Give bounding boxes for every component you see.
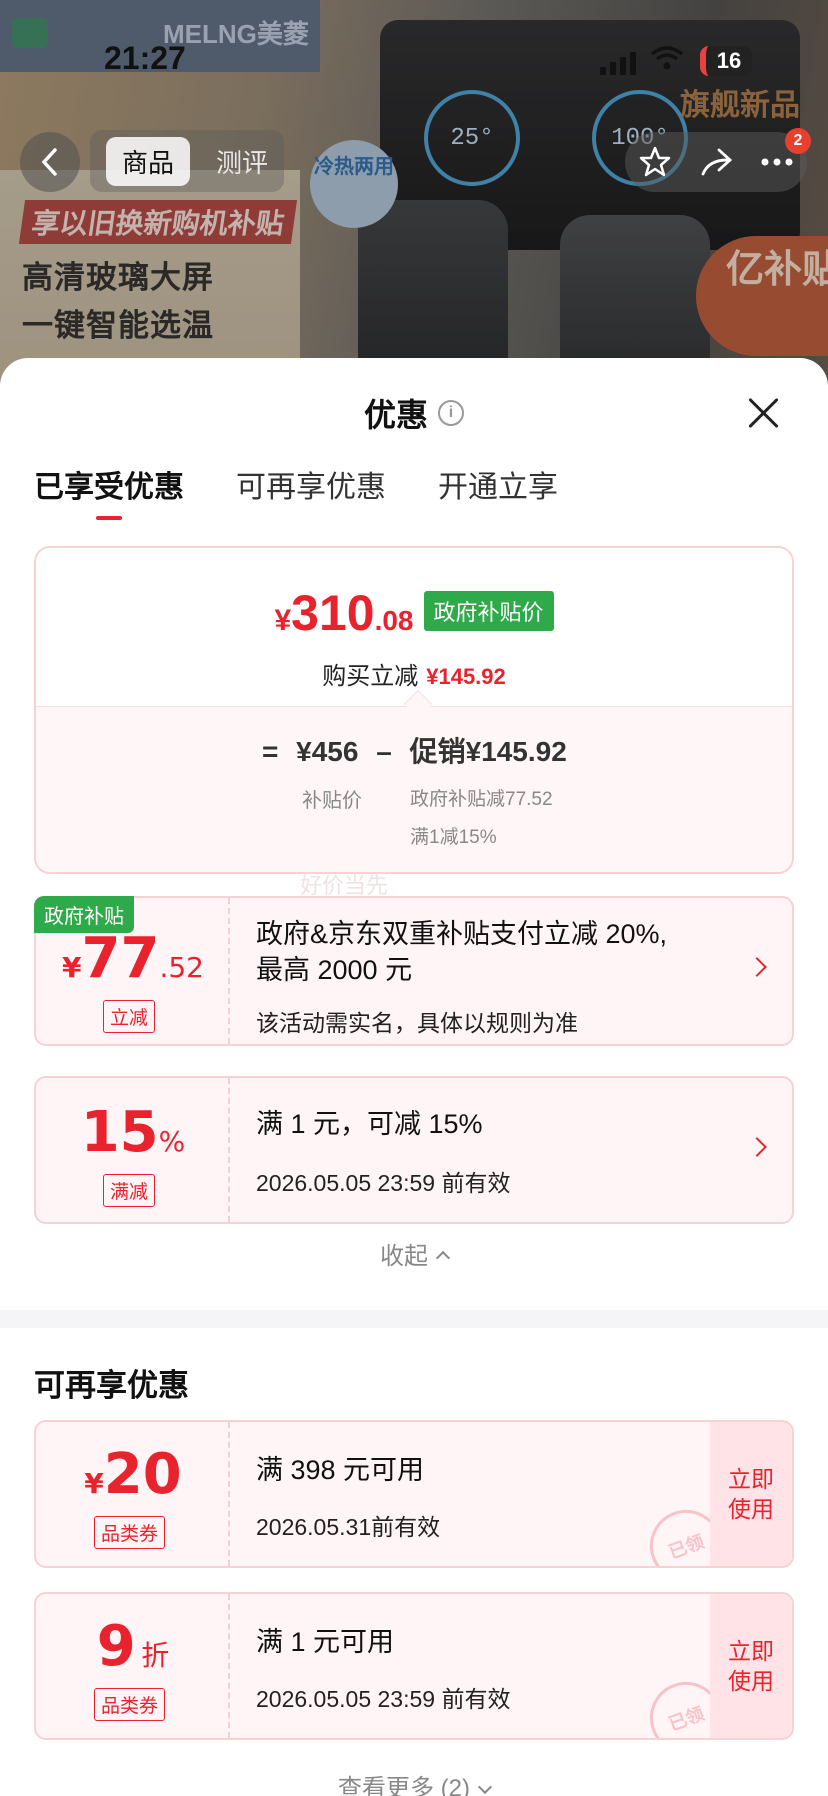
coupon-amount-area: 9 折 品类券 <box>36 1594 230 1738</box>
discount-sheet: 优惠 i 已享受优惠 可再享优惠 开通立享 ¥310.08 政府补贴价 购买立减 ¥1… <box>0 358 828 1796</box>
price-equation: = ¥456 – 促销¥145.92 <box>262 730 577 770</box>
final-price: ¥310.08 政府补贴价 <box>36 584 792 642</box>
base-price-label: 补贴价 <box>302 790 362 812</box>
collapse-label: 收起 <box>380 1243 428 1270</box>
signal-icon <box>600 52 636 75</box>
coupon-kind: 满减 <box>103 1174 156 1207</box>
section-divider <box>0 1310 828 1328</box>
coupon-amount-int: 9 <box>96 1614 136 1679</box>
coupon-amount-dec: .52 <box>159 951 204 984</box>
share-icon[interactable] <box>699 147 733 177</box>
coupon-desc: 该活动需实名，具体以规则为准 <box>256 1010 578 1036</box>
see-more-label: 查看更多 (2) <box>338 1775 470 1796</box>
coupon-title: 满 398 元可用 <box>256 1455 425 1485</box>
coupon-gov-subsidy[interactable]: ¥77.52 立减 政府&京东双重补贴支付立减 20%, 最高 2000 元 该… <box>34 896 794 1046</box>
coupon-amount-area: 15% 满减 <box>36 1078 230 1222</box>
coupon-threshold-discount[interactable]: 15% 满减 满 1 元，可减 15% 2026.05.05 23:59 前有效 <box>34 1076 794 1224</box>
base-price: ¥456 <box>296 736 359 767</box>
coupon-amount-area: ¥20 品类券 <box>36 1422 230 1566</box>
back-button[interactable] <box>20 132 80 192</box>
sheet-tabs: 已享受优惠 可再享优惠 开通立享 <box>34 462 558 520</box>
price-currency: ¥ <box>274 604 292 637</box>
gov-subsidy-tag: 政府补贴 <box>34 896 134 933</box>
favorite-star-icon[interactable] <box>638 145 672 179</box>
coupon-kind: 品类券 <box>94 1688 166 1721</box>
close-icon[interactable] <box>746 396 780 430</box>
chevron-down-icon <box>477 1779 493 1795</box>
use-now-button[interactable]: 立即使用 <box>710 1422 792 1566</box>
coupon-currency: ¥ <box>62 951 82 984</box>
chevron-right-icon <box>747 1137 767 1157</box>
coupon-details: 满 398 元可用 2026.05.31前有效 已领 立即使用 <box>256 1422 792 1566</box>
chevron-up-icon <box>435 1250 451 1265</box>
coupon-validity: 2026.05.05 23:59 前有效 <box>256 1686 511 1712</box>
coupon-amount-unit: 折 <box>141 1639 170 1672</box>
nav-actions <box>625 132 807 192</box>
coupon-amount: 15% <box>36 1100 230 1165</box>
coupon-validity: 2026.05.31前有效 <box>256 1514 441 1540</box>
app-root: 享以旧换新购机补贴 高清玻璃大屏 一键智能选温 MELNG美菱 25° 100°… <box>0 0 828 1796</box>
coupon-validity: 2026.05.05 23:59 前有效 <box>256 1170 511 1196</box>
price-integer: 310 <box>291 585 375 641</box>
coupon-category-20[interactable]: ¥20 品类券 满 398 元可用 2026.05.31前有效 已领 立即使用 <box>34 1420 794 1568</box>
status-time: 21:27 <box>104 40 186 76</box>
instant-cut-label: 购买立减 <box>322 663 419 690</box>
tab-product[interactable]: 商品 <box>106 136 191 186</box>
coupon-details: 政府&京东双重补贴支付立减 20%, 最高 2000 元 该活动需实名，具体以规… <box>256 898 792 1044</box>
minus-sign: – <box>376 736 392 767</box>
tab-enjoyed[interactable]: 已享受优惠 <box>34 462 184 520</box>
coupon-amount: 9 折 <box>36 1614 230 1679</box>
chevron-left-icon <box>41 148 57 176</box>
cart-count-badge: 2 <box>785 128 811 154</box>
coupon-details: 满 1 元，可减 15% 2026.05.05 23:59 前有效 <box>256 1078 792 1222</box>
coupon-kind: 立减 <box>103 1000 156 1033</box>
product-header: 享以旧换新购机补贴 高清玻璃大屏 一键智能选温 MELNG美菱 25° 100°… <box>0 0 828 400</box>
tab-review[interactable]: 测评 <box>216 143 268 180</box>
nav-tabs: 商品 测评 <box>90 130 285 192</box>
coupon-title: 满 1 元可用 <box>256 1627 395 1657</box>
coupon-amount-unit: % <box>158 1125 186 1158</box>
price-summary-card: ¥310.08 政府补贴价 购买立减 ¥145.92 = ¥456 – 促销¥145… <box>34 546 794 874</box>
coupon-amount: ¥77.52 <box>36 926 230 991</box>
instant-cut-line: 购买立减 ¥145.92 <box>36 656 792 691</box>
more-offers-title: 可再享优惠 <box>34 1368 189 1403</box>
info-icon[interactable]: i <box>438 400 464 426</box>
promo-amount: 促销¥145.92 <box>409 736 567 767</box>
more-icon[interactable] <box>760 157 794 167</box>
promo-detail-threshold: 满1减15% <box>410 827 497 848</box>
coupon-title-line-1: 政府&京东双重补贴支付立减 20%, <box>256 919 668 949</box>
coupon-details: 满 1 元可用 2026.05.05 23:59 前有效 已领 立即使用 <box>256 1594 792 1738</box>
instant-cut-value: ¥145.92 <box>426 664 506 689</box>
price-decimal: .08 <box>374 605 414 636</box>
coupon-title-line-2: 最高 2000 元 <box>256 955 413 985</box>
coupon-amount-int: 77 <box>81 926 160 991</box>
wifi-icon <box>650 46 684 70</box>
coupon-amount-int: 20 <box>103 1442 182 1507</box>
tab-open-enjoy[interactable]: 开通立享 <box>438 462 558 518</box>
collapse-button[interactable]: 收起 <box>0 1236 828 1271</box>
coupon-category-90pct[interactable]: 9 折 品类券 满 1 元可用 2026.05.05 23:59 前有效 已领 … <box>34 1592 794 1740</box>
tab-more-available[interactable]: 可再享优惠 <box>236 462 386 518</box>
sheet-header: 优惠 i <box>0 390 828 436</box>
coupon-currency: ¥ <box>84 1467 104 1500</box>
equals-sign: = <box>262 736 279 767</box>
see-more-button[interactable]: 查看更多 (2) <box>0 1768 828 1796</box>
gov-price-tag: 政府补贴价 <box>423 591 554 631</box>
battery-icon: 16 <box>700 46 752 76</box>
sheet-title: 优惠 <box>363 397 428 433</box>
coupon-kind: 品类券 <box>94 1516 166 1549</box>
coupon-amount-int: 15 <box>80 1100 159 1165</box>
coupon-title: 满 1 元，可减 15% <box>256 1109 483 1139</box>
coupon-amount: ¥20 <box>36 1442 230 1507</box>
chevron-right-icon <box>747 957 767 977</box>
use-now-button[interactable]: 立即使用 <box>710 1594 792 1738</box>
promo-detail-gov: 政府补贴减77.52 <box>410 789 553 810</box>
